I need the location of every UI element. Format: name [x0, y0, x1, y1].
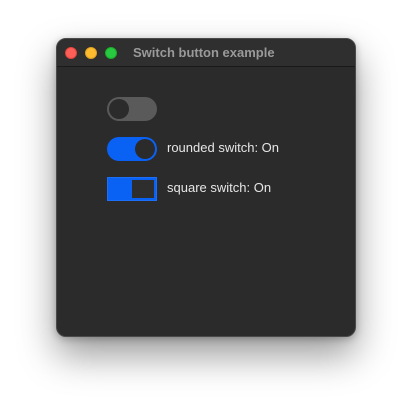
desktop-backdrop: Switch button example rounded switch: On…	[0, 0, 412, 412]
rounded-switch-off[interactable]	[107, 97, 157, 121]
close-window-button[interactable]	[65, 47, 77, 59]
app-window: Switch button example rounded switch: On…	[56, 38, 356, 337]
title-bar[interactable]: Switch button example	[57, 39, 355, 67]
square-switch-on[interactable]	[107, 177, 157, 201]
switch-knob	[109, 99, 129, 119]
zoom-window-button[interactable]	[105, 47, 117, 59]
rounded-switch-label: rounded switch: On	[167, 140, 280, 155]
rounded-switch-on[interactable]	[107, 137, 157, 161]
minimize-window-button[interactable]	[85, 47, 97, 59]
switch-knob	[135, 139, 155, 159]
window-title: Switch button example	[133, 45, 275, 60]
square-switch-label: square switch: On	[167, 180, 272, 195]
window-content: rounded switch: On square switch: On	[57, 67, 355, 336]
switch-knob	[132, 180, 154, 198]
